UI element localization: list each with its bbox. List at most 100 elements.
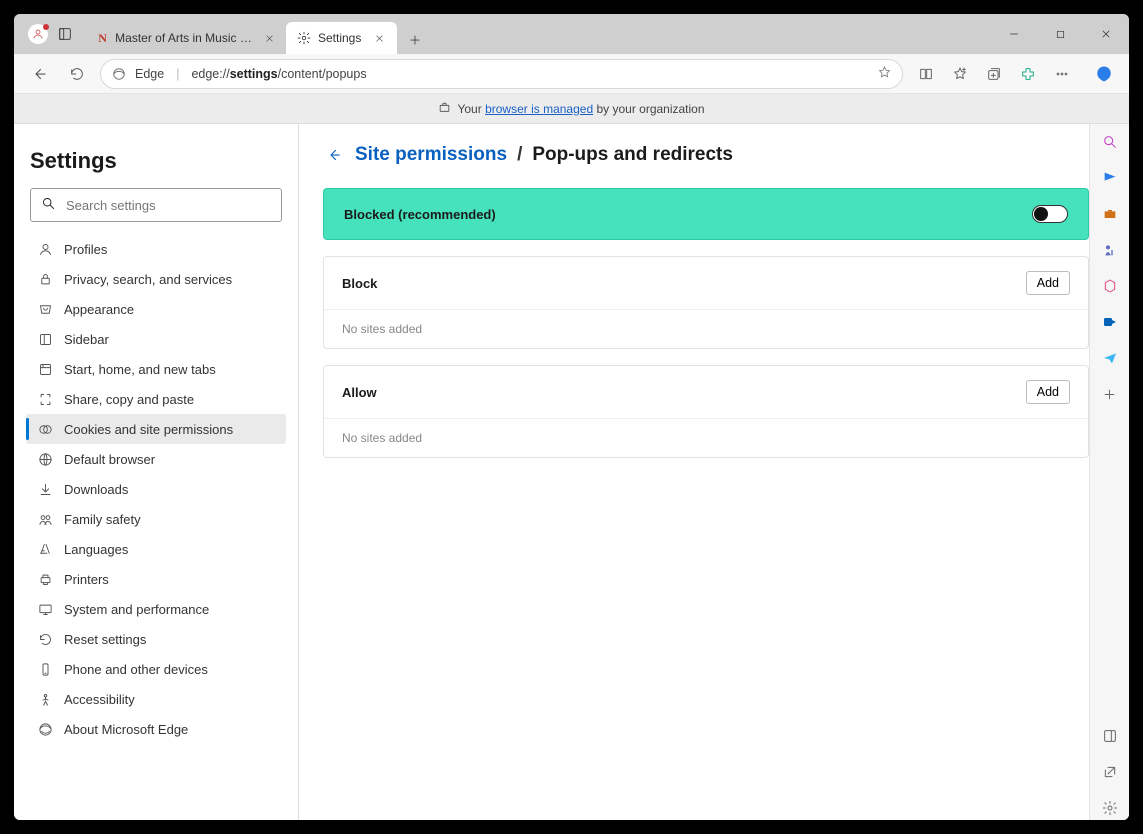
- games-icon[interactable]: [1098, 238, 1122, 262]
- nav-icon: [36, 420, 54, 438]
- nav-icon: [36, 540, 54, 558]
- tab-label: Settings: [318, 31, 361, 45]
- extensions-icon[interactable]: [1013, 59, 1043, 89]
- nav-icon: [36, 240, 54, 258]
- close-tab-icon[interactable]: [263, 30, 276, 46]
- sidebar-item-reset-settings[interactable]: Reset settings: [26, 624, 286, 654]
- panel-toggle-icon[interactable]: [1098, 724, 1122, 748]
- nav-icon: [36, 480, 54, 498]
- new-tab-button[interactable]: [401, 26, 429, 54]
- settings-content: Site permissions / Pop-ups and redirects…: [299, 124, 1129, 820]
- tab-music-industry[interactable]: N Master of Arts in Music Industry: [86, 22, 286, 54]
- sidebar-item-label: System and performance: [64, 602, 209, 617]
- address-separator: |: [172, 67, 183, 81]
- sidebar-item-label: Appearance: [64, 302, 134, 317]
- breadcrumb: Site permissions / Pop-ups and redirects: [323, 144, 1089, 166]
- sidebar-item-start-home-and-new-tabs[interactable]: Start, home, and new tabs: [26, 354, 286, 384]
- sidebar-item-languages[interactable]: Languages: [26, 534, 286, 564]
- address-bar[interactable]: Edge | edge://settings/content/popups: [100, 59, 903, 89]
- blocked-toggle[interactable]: [1032, 205, 1068, 223]
- nav-icon: [36, 360, 54, 378]
- sidebar-item-privacy-search-and-services[interactable]: Privacy, search, and services: [26, 264, 286, 294]
- sidebar-item-label: Printers: [64, 572, 109, 587]
- nav-icon: [36, 660, 54, 678]
- copilot-icon[interactable]: [1089, 59, 1119, 89]
- collections-icon[interactable]: [979, 59, 1009, 89]
- edge-sidebar: [1089, 124, 1129, 820]
- breadcrumb-parent[interactable]: Site permissions: [355, 144, 507, 166]
- allow-add-button[interactable]: Add: [1026, 380, 1070, 404]
- search-input[interactable]: [64, 197, 271, 214]
- sidebar-item-phone-and-other-devices[interactable]: Phone and other devices: [26, 654, 286, 684]
- managed-link[interactable]: browser is managed: [485, 102, 593, 116]
- breadcrumb-back-icon[interactable]: [323, 144, 345, 166]
- sidebar-item-cookies-and-site-permissions[interactable]: Cookies and site permissions: [26, 414, 286, 444]
- sidebar-item-label: Downloads: [64, 482, 128, 497]
- sidebar-item-default-browser[interactable]: Default browser: [26, 444, 286, 474]
- sidebar-item-label: Accessibility: [64, 692, 135, 707]
- window-minimize-button[interactable]: [991, 14, 1037, 54]
- sidebar-item-accessibility[interactable]: Accessibility: [26, 684, 286, 714]
- tab-actions-icon[interactable]: [56, 25, 74, 43]
- sidebar-settings-icon[interactable]: [1098, 796, 1122, 820]
- gear-icon: [296, 30, 312, 46]
- outlook-icon[interactable]: [1098, 310, 1122, 334]
- profile-avatar[interactable]: [28, 24, 48, 44]
- sidebar-item-label: Phone and other devices: [64, 662, 208, 677]
- settings-sidebar: Settings ProfilesPrivacy, search, and se…: [14, 124, 299, 820]
- sidebar-item-label: Cookies and site permissions: [64, 422, 233, 437]
- search-settings[interactable]: [30, 188, 282, 222]
- nav-icon: [36, 570, 54, 588]
- m365-icon[interactable]: [1098, 274, 1122, 298]
- sidebar-item-about-microsoft-edge[interactable]: About Microsoft Edge: [26, 714, 286, 744]
- sidebar-item-profiles[interactable]: Profiles: [26, 234, 286, 264]
- breadcrumb-current: Pop-ups and redirects: [532, 144, 733, 166]
- drop-icon[interactable]: [1098, 346, 1122, 370]
- nav-icon: [36, 600, 54, 618]
- sidebar-item-label: Reset settings: [64, 632, 146, 647]
- sidebar-item-appearance[interactable]: Appearance: [26, 294, 286, 324]
- nav-icon: [36, 690, 54, 708]
- favicon-n-icon: N: [96, 30, 109, 46]
- search-sidebar-icon[interactable]: [1098, 130, 1122, 154]
- sidebar-item-label: About Microsoft Edge: [64, 722, 188, 737]
- window-maximize-button[interactable]: [1037, 14, 1083, 54]
- allow-title: Allow: [342, 385, 377, 400]
- sidebar-item-label: Start, home, and new tabs: [64, 362, 216, 377]
- blocked-toggle-card: Blocked (recommended): [323, 188, 1089, 240]
- back-button[interactable]: [24, 59, 54, 89]
- managed-banner: Your browser is managed by your organiza…: [14, 94, 1129, 124]
- close-tab-icon[interactable]: [371, 30, 387, 46]
- nav-icon: [36, 390, 54, 408]
- sidebar-item-downloads[interactable]: Downloads: [26, 474, 286, 504]
- sidebar-item-family-safety[interactable]: Family safety: [26, 504, 286, 534]
- nav-icon: [36, 630, 54, 648]
- refresh-button[interactable]: [62, 59, 92, 89]
- sidebar-item-label: Languages: [64, 542, 128, 557]
- toolbar: Edge | edge://settings/content/popups: [14, 54, 1129, 94]
- read-aloud-icon[interactable]: [911, 59, 941, 89]
- sidebar-item-sidebar[interactable]: Sidebar: [26, 324, 286, 354]
- sidebar-item-printers[interactable]: Printers: [26, 564, 286, 594]
- sidebar-item-system-and-performance[interactable]: System and performance: [26, 594, 286, 624]
- window-close-button[interactable]: [1083, 14, 1129, 54]
- favorite-star-icon[interactable]: [877, 65, 892, 83]
- open-external-icon[interactable]: [1098, 760, 1122, 784]
- nav-icon: [36, 720, 54, 738]
- more-menu-icon[interactable]: [1047, 59, 1077, 89]
- block-add-button[interactable]: Add: [1026, 271, 1070, 295]
- nav-icon: [36, 270, 54, 288]
- favorites-icon[interactable]: [945, 59, 975, 89]
- briefcase-icon: [438, 101, 451, 117]
- address-path: edge://settings/content/popups: [191, 67, 366, 81]
- sidebar-item-label: Default browser: [64, 452, 155, 467]
- sidebar-item-share-copy-and-paste[interactable]: Share, copy and paste: [26, 384, 286, 414]
- tab-settings[interactable]: Settings: [286, 22, 397, 54]
- sidebar-add-icon[interactable]: [1098, 382, 1122, 406]
- shopping-icon[interactable]: [1098, 166, 1122, 190]
- tools-icon[interactable]: [1098, 202, 1122, 226]
- sidebar-item-label: Family safety: [64, 512, 141, 527]
- search-icon: [41, 196, 56, 214]
- nav-icon: [36, 330, 54, 348]
- titlebar: N Master of Arts in Music Industry Setti…: [14, 14, 1129, 54]
